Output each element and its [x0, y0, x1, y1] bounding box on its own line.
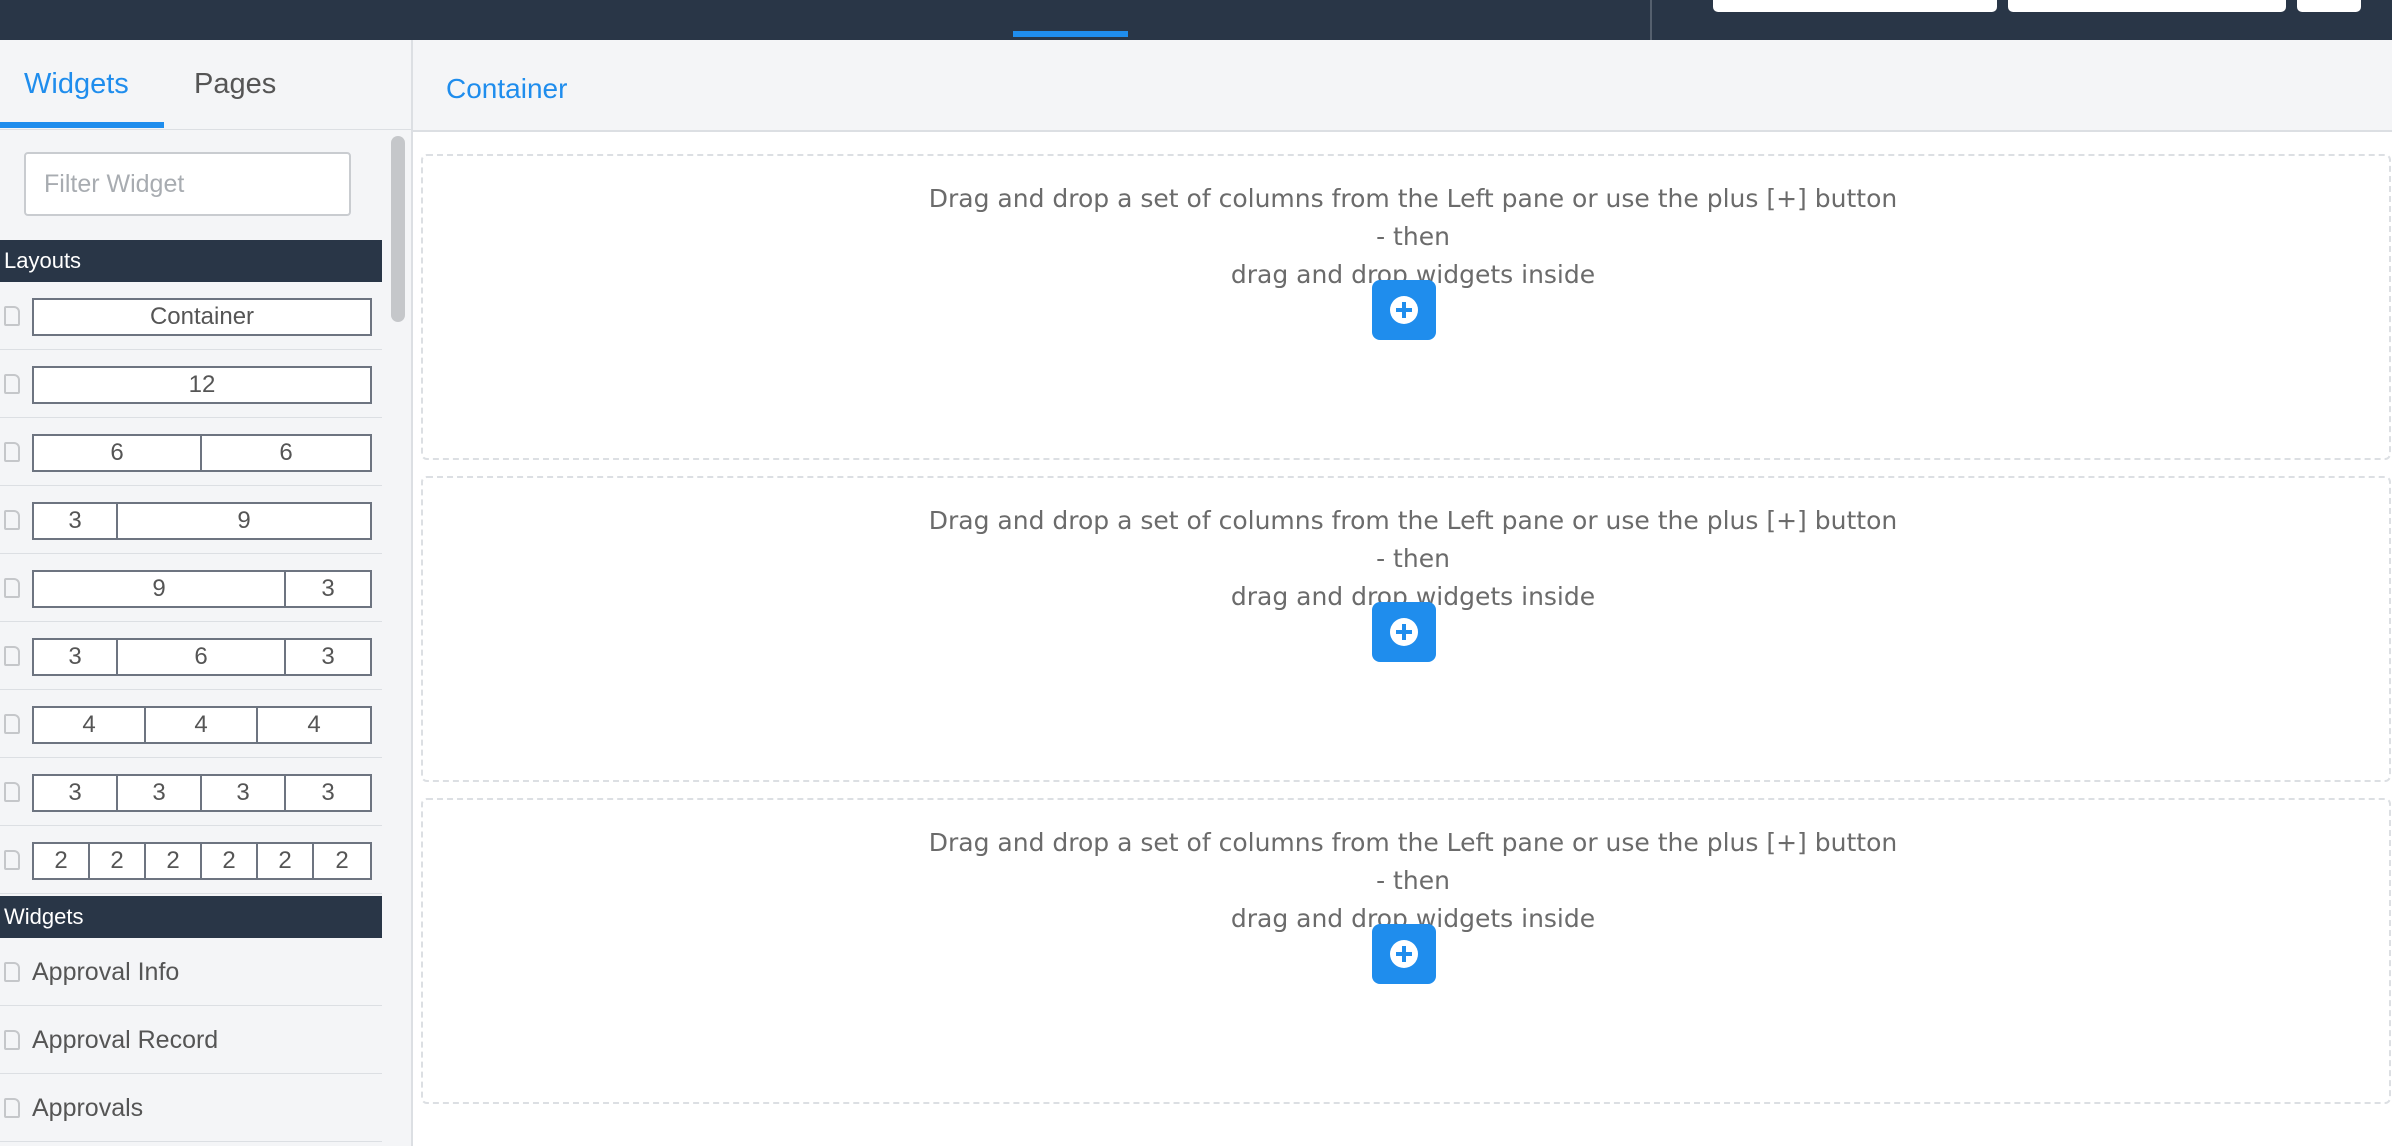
layout-columns-preview: 444	[32, 706, 372, 744]
layout-columns-preview: 93	[32, 570, 372, 608]
layout-column-cell: 3	[321, 575, 335, 602]
widget-list-item[interactable]: Approval Record	[0, 1006, 382, 1074]
widget-label: Approval Info	[32, 958, 180, 986]
layout-column-cell: 2	[90, 844, 146, 878]
navbar-button-2[interactable]	[2008, 0, 2286, 12]
layout-column-cell: 4	[307, 711, 321, 738]
layout-column-cell: 2	[258, 844, 314, 878]
widget-label: Approvals	[32, 1094, 144, 1122]
layout-column-cell: 6	[34, 436, 202, 470]
tab-widgets[interactable]: Widgets	[24, 68, 129, 101]
top-navbar	[0, 0, 2392, 40]
widget-label: Approval Record	[32, 1026, 219, 1054]
layout-column-cell: 6	[279, 439, 293, 466]
layout-columns-preview: 222222	[32, 842, 372, 880]
main-header: Container	[413, 40, 2392, 132]
layout-column-cell: 4	[34, 708, 146, 742]
layout-columns-preview: 363	[32, 638, 372, 676]
layout-column-cell: 12	[188, 371, 216, 398]
layout-column-cell: 3	[34, 776, 118, 810]
layout-column-cell: Container	[149, 303, 255, 330]
layout-item-9-3[interactable]: 93	[0, 554, 382, 622]
drag-handle-icon	[4, 714, 20, 734]
layout-item-3-3-3-3[interactable]: 3333	[0, 758, 382, 826]
drag-handle-icon	[4, 850, 20, 870]
active-tab-indicator	[0, 122, 164, 128]
drop-zone-instruction: Drag and drop a set of columns from the …	[928, 828, 1898, 895]
section-header-layouts: Layouts	[0, 240, 382, 282]
drag-handle-icon	[4, 510, 20, 530]
layout-item-3-6-3[interactable]: 363	[0, 622, 382, 690]
layout-columns-preview: 3333	[32, 774, 372, 812]
layout-item-4-4-4[interactable]: 444	[0, 690, 382, 758]
layout-column-cell: 3	[34, 504, 118, 538]
active-nav-indicator	[1013, 31, 1128, 37]
section-header-widgets: Widgets	[0, 896, 382, 938]
layout-column-cell: 3	[321, 779, 335, 806]
layout-columns-preview: Container	[32, 298, 372, 336]
layout-column-cell: 9	[34, 572, 286, 606]
drag-handle-icon	[4, 1098, 20, 1118]
drag-handle-icon	[4, 306, 20, 326]
widget-list-item[interactable]: Approval Info	[0, 938, 382, 1006]
layout-column-cell: 4	[146, 708, 258, 742]
drop-zone[interactable]: Drag and drop a set of columns from the …	[421, 798, 2391, 1104]
main-canvas: Container Drag and drop a set of columns…	[413, 40, 2392, 1146]
tab-pages[interactable]: Pages	[194, 68, 276, 101]
drag-handle-icon	[4, 374, 20, 394]
layout-column-cell: 6	[118, 640, 286, 674]
drag-handle-icon	[4, 578, 20, 598]
layout-column-cell: 3	[202, 776, 286, 810]
drop-zone-instruction: Drag and drop a set of columns from the …	[928, 506, 1898, 573]
drag-handle-icon	[4, 442, 20, 462]
drop-zone[interactable]: Drag and drop a set of columns from the …	[421, 154, 2391, 460]
drag-handle-icon	[4, 1030, 20, 1050]
widget-list-item[interactable]: Approvals	[0, 1074, 382, 1142]
add-columns-button[interactable]	[1372, 924, 1436, 984]
layout-item-2-2-2-2-2-2[interactable]: 222222	[0, 826, 382, 894]
add-columns-button[interactable]	[1372, 280, 1436, 340]
layout-column-cell: 3	[118, 776, 202, 810]
add-columns-button[interactable]	[1372, 602, 1436, 662]
plus-circle-icon	[1390, 940, 1418, 968]
plus-circle-icon	[1390, 618, 1418, 646]
left-pane-scrollbar-thumb[interactable]	[391, 136, 405, 322]
layout-item-6-6[interactable]: 66	[0, 418, 382, 486]
navbar-button-1[interactable]	[1713, 0, 1997, 12]
layout-columns-preview: 39	[32, 502, 372, 540]
layout-column-cell: 2	[202, 844, 258, 878]
layout-column-cell: 2	[146, 844, 202, 878]
drop-zone-instruction: Drag and drop a set of columns from the …	[928, 184, 1898, 251]
navbar-divider	[1650, 0, 1652, 40]
drop-zone[interactable]: Drag and drop a set of columns from the …	[421, 476, 2391, 782]
layout-column-cell: 3	[321, 643, 335, 670]
left-pane: Widgets Pages Layouts Container126639933…	[0, 40, 413, 1146]
layout-column-cell: 3	[34, 640, 118, 674]
plus-circle-icon	[1390, 296, 1418, 324]
left-pane-tabs: Widgets Pages	[0, 40, 411, 130]
drag-handle-icon	[4, 646, 20, 666]
layout-item-Container[interactable]: Container	[0, 282, 382, 350]
breadcrumb-container[interactable]: Container	[446, 73, 567, 105]
layout-column-cell: 9	[237, 507, 251, 534]
filter-widget-input[interactable]	[24, 152, 351, 216]
layout-item-3-9[interactable]: 39	[0, 486, 382, 554]
layout-column-cell: 2	[34, 844, 90, 878]
layout-column-cell: 2	[335, 847, 349, 874]
drag-handle-icon	[4, 782, 20, 802]
navbar-button-3[interactable]	[2297, 0, 2361, 12]
drag-handle-icon	[4, 962, 20, 982]
layout-columns-preview: 66	[32, 434, 372, 472]
layout-item-12[interactable]: 12	[0, 350, 382, 418]
layout-columns-preview: 12	[32, 366, 372, 404]
